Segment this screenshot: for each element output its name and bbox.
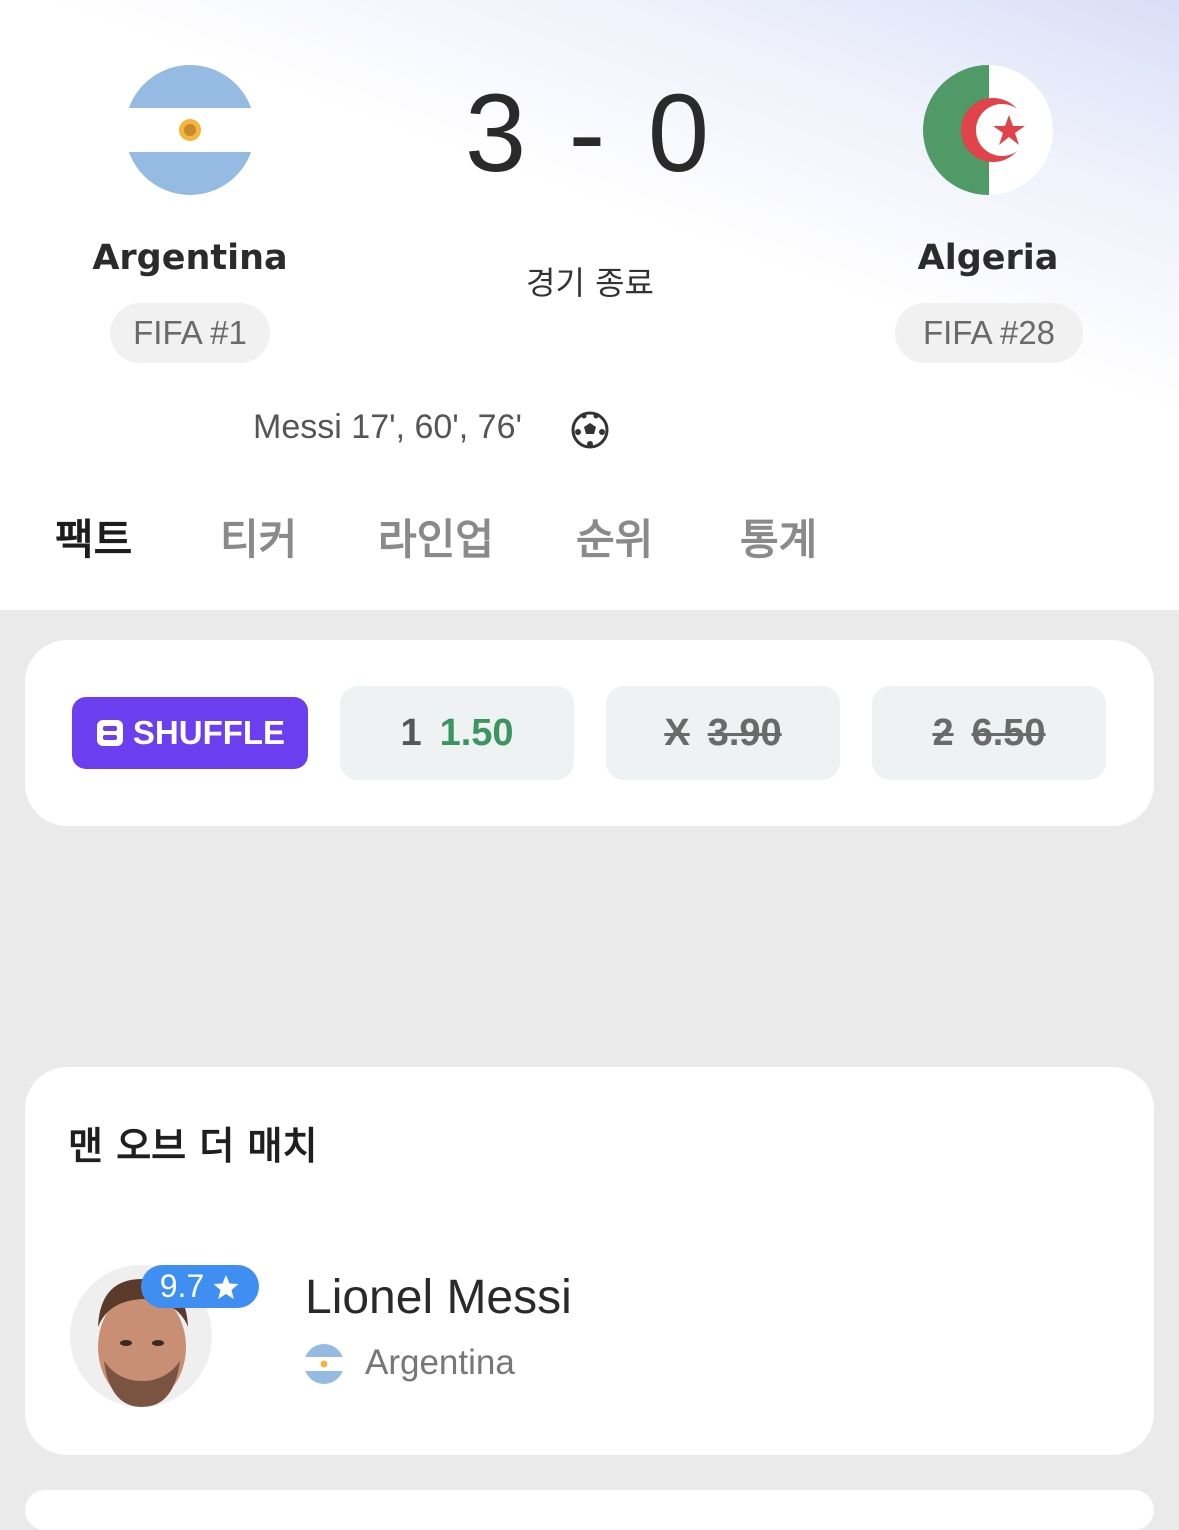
argentina-flag-icon [125,65,255,195]
home-goal-scorers: Messi 17', 60', 76' [253,408,522,446]
home-team-name[interactable]: Argentina [40,238,340,278]
argentina-flag-icon [304,1344,344,1384]
shuffle-logo-icon [96,720,123,746]
tab-standings[interactable]: 순위 [576,506,653,567]
odds-label: 2 [932,711,954,754]
star-icon [213,1274,239,1299]
home-rank-badge: FIFA #1 [110,303,270,363]
odds-away-win-button[interactable]: 2 6.50 [872,686,1106,780]
motm-title: 맨 오브 더 매치 [68,1124,318,1168]
odds-draw-button[interactable]: X 3.90 [606,686,840,780]
match-score: 3 - 0 [464,72,716,195]
algeria-flag-icon [923,65,1053,195]
odds-label: 1 [400,711,422,754]
tab-facts[interactable]: 팩트 [55,506,132,567]
odds-value: 3.90 [707,711,782,754]
odds-home-win-button[interactable]: 1 1.50 [340,686,574,780]
odds-label: X [664,711,690,754]
tab-lineup[interactable]: 라인업 [378,506,494,567]
tab-stats[interactable]: 통계 [740,506,817,567]
match-header: Argentina FIFA #1 3 - 0 경기 종료 Algeria FI… [0,0,1179,610]
away-team-name[interactable]: Algeria [838,238,1138,278]
match-status: 경기 종료 [526,264,654,302]
away-rank-badge: FIFA #28 [895,303,1083,363]
tab-ticker[interactable]: 티커 [220,506,297,567]
next-card [25,1490,1154,1530]
player-rating-badge: 9.7 [141,1265,259,1308]
player-team: Argentina [365,1343,515,1382]
odds-value: 1.50 [439,711,514,754]
shuffle-brand-label: SHUFFLE [132,714,286,751]
rating-value: 9.7 [159,1268,205,1304]
odds-value: 6.50 [971,711,1046,754]
soccer-ball-icon [570,410,610,450]
shuffle-sponsor-button[interactable]: SHUFFLE [72,697,308,769]
player-name[interactable]: Lionel Messi [305,1270,572,1325]
